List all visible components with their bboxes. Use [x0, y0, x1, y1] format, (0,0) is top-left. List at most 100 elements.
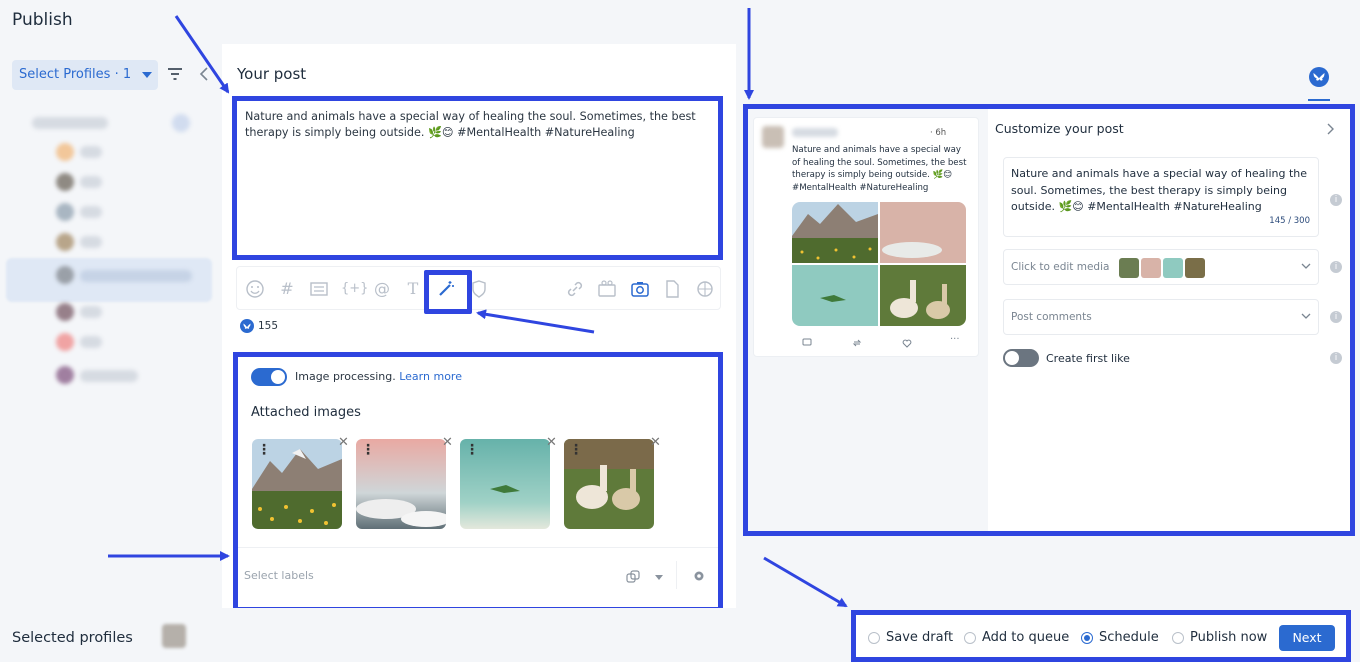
gear-icon[interactable]: [693, 570, 705, 582]
chevron-down-icon[interactable]: [1301, 313, 1311, 320]
collapse-sidebar-icon[interactable]: [199, 67, 209, 81]
more-options-icon[interactable]: ⋮: [465, 443, 479, 457]
camera-icon[interactable]: [630, 279, 650, 299]
more-options-icon[interactable]: ⋮: [361, 443, 375, 457]
divider: [676, 561, 677, 589]
your-post-title: Your post: [237, 65, 307, 83]
bluesky-tab-icon[interactable]: [1309, 67, 1329, 87]
link-icon[interactable]: [565, 279, 585, 299]
select-profiles-label: Select Profiles · 1: [19, 67, 132, 82]
avatar: [172, 114, 190, 132]
media-thumbnail: [1163, 258, 1183, 278]
learn-more-link[interactable]: Learn more: [399, 370, 462, 383]
edit-media-label: Click to edit media: [1011, 261, 1110, 273]
add-to-queue-label[interactable]: Add to queue: [982, 630, 1069, 645]
divider: [238, 547, 718, 548]
media-thumbnail: [1185, 258, 1205, 278]
text-format-icon[interactable]: T: [403, 279, 423, 299]
avatar: [56, 173, 74, 191]
media-panel: Image processing. Learn more Attached im…: [233, 352, 723, 612]
preview-username: [792, 128, 838, 137]
info-icon[interactable]: i: [1330, 194, 1342, 206]
selected-profiles-label: Selected profiles: [12, 630, 133, 646]
avatar: [56, 203, 74, 221]
add-to-queue-radio[interactable]: [964, 632, 976, 644]
video-icon[interactable]: [597, 279, 617, 299]
publish-options: Save draft Add to queue Schedule Publish…: [851, 610, 1351, 662]
profile-group-row[interactable]: [32, 117, 108, 129]
profile-name: [80, 176, 102, 188]
editor-toolbar: # {+} @ T: [236, 266, 721, 310]
chevron-down-icon[interactable]: [1301, 263, 1311, 270]
active-tab-indicator: [1308, 99, 1330, 101]
emoji-icon[interactable]: [245, 279, 265, 299]
post-comments-row[interactable]: Post comments: [1003, 299, 1319, 335]
mention-icon[interactable]: @: [372, 279, 392, 299]
remove-image-icon[interactable]: ✕: [338, 435, 349, 450]
remove-image-icon[interactable]: ✕: [546, 435, 557, 450]
header: [0, 0, 1360, 44]
character-count: 155: [258, 320, 279, 332]
integration-icon[interactable]: [695, 279, 715, 299]
media-thumbnail: [1141, 258, 1161, 278]
copy-labels-icon[interactable]: [626, 570, 640, 584]
create-first-like-label: Create first like: [1046, 352, 1130, 365]
labels-row: Select labels: [244, 569, 720, 582]
publish-now-label[interactable]: Publish now: [1190, 630, 1267, 645]
remove-image-icon[interactable]: ✕: [650, 435, 661, 450]
remove-image-icon[interactable]: ✕: [442, 435, 453, 450]
avatar: [56, 366, 74, 384]
more-options-icon[interactable]: ⋮: [257, 443, 271, 457]
preview-time: · 6h: [930, 128, 947, 138]
save-draft-label[interactable]: Save draft: [886, 630, 953, 645]
profile-name: [80, 306, 102, 318]
reply-icon[interactable]: [802, 338, 812, 348]
chevron-right-icon[interactable]: [1326, 123, 1334, 135]
avatar: [56, 303, 74, 321]
publish-now-radio[interactable]: [1172, 632, 1184, 644]
profile-name: [80, 146, 102, 158]
shield-icon[interactable]: [469, 279, 489, 299]
labels-select[interactable]: Select labels: [244, 569, 314, 582]
create-first-like-toggle[interactable]: [1003, 349, 1039, 367]
avatar: [56, 266, 74, 284]
caret-down-icon: [142, 72, 152, 78]
profile-name: [80, 336, 102, 348]
info-icon[interactable]: i: [1330, 352, 1342, 364]
more-options-icon[interactable]: ⋮: [569, 443, 583, 457]
customize-text[interactable]: Nature and animals have a special way of…: [1011, 166, 1311, 216]
avatar: [56, 233, 74, 251]
magic-wand-highlight: [424, 270, 472, 314]
media-thumbnail: [1119, 258, 1139, 278]
variable-icon[interactable]: {+}: [341, 279, 368, 299]
repost-icon[interactable]: [852, 338, 862, 348]
save-draft-radio[interactable]: [868, 632, 880, 644]
snippet-icon[interactable]: [309, 279, 329, 299]
attached-images-title: Attached images: [251, 405, 361, 420]
image-processing-toggle[interactable]: [251, 368, 287, 386]
post-editor[interactable]: Nature and animals have a special way of…: [232, 96, 723, 260]
schedule-label[interactable]: Schedule: [1099, 630, 1159, 645]
more-icon[interactable]: ···: [950, 334, 960, 345]
hashtag-icon[interactable]: #: [277, 279, 297, 299]
edit-media-row[interactable]: Click to edit media: [1003, 249, 1319, 285]
document-icon[interactable]: [662, 279, 682, 299]
character-counter: 145 / 300: [1269, 216, 1310, 226]
avatar: [162, 624, 186, 648]
customize-text-box[interactable]: Nature and animals have a special way of…: [1003, 157, 1319, 237]
post-text[interactable]: Nature and animals have a special way of…: [245, 109, 715, 141]
filter-icon[interactable]: [167, 67, 183, 81]
profile-list: [0, 100, 222, 400]
labels-caret-icon[interactable]: [655, 575, 663, 580]
avatar: [762, 126, 784, 148]
image-processing-label: Image processing.: [295, 370, 396, 383]
customize-title: Customize your post: [995, 121, 1124, 136]
info-icon[interactable]: i: [1330, 311, 1342, 323]
select-profiles-dropdown[interactable]: Select Profiles · 1: [12, 60, 158, 90]
next-button[interactable]: Next: [1279, 625, 1335, 651]
page-title: Publish: [12, 10, 73, 30]
schedule-radio[interactable]: [1081, 632, 1093, 644]
heart-icon[interactable]: [902, 338, 912, 348]
info-icon[interactable]: i: [1330, 261, 1342, 273]
toggle-knob: [271, 370, 285, 384]
